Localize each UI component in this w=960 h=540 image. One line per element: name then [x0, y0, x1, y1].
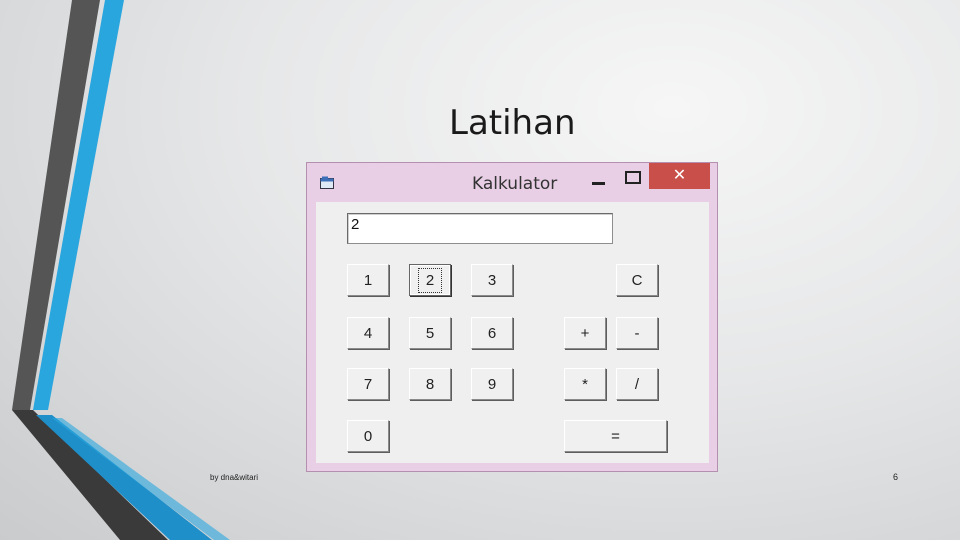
- window-title: Kalkulator: [472, 174, 558, 194]
- equals-button[interactable]: =: [564, 420, 667, 452]
- button-label: 9: [487, 375, 497, 393]
- digit-4-button[interactable]: 4: [347, 317, 389, 349]
- minus-button[interactable]: -: [616, 317, 658, 349]
- digit-3-button[interactable]: 3: [471, 264, 513, 296]
- button-label: 7: [363, 375, 373, 393]
- display-field[interactable]: 2: [347, 213, 613, 244]
- digit-5-button[interactable]: 5: [409, 317, 451, 349]
- close-button[interactable]: ✕: [649, 163, 710, 189]
- maximize-button[interactable]: [619, 167, 645, 191]
- button-label: 5: [425, 324, 435, 342]
- digit-0-button[interactable]: 0: [347, 420, 389, 452]
- button-label: 4: [363, 324, 373, 342]
- plus-button[interactable]: +: [564, 317, 606, 349]
- button-label: 2: [417, 267, 443, 293]
- digit-1-button[interactable]: 1: [347, 264, 389, 296]
- button-label: 6: [487, 324, 497, 342]
- digit-9-button[interactable]: 9: [471, 368, 513, 400]
- button-label: *: [582, 375, 588, 393]
- button-label: 0: [363, 427, 373, 445]
- divide-button[interactable]: /: [616, 368, 658, 400]
- page-number: 6: [893, 472, 899, 482]
- digit-6-button[interactable]: 6: [471, 317, 513, 349]
- title-bar[interactable]: Kalkulator ✕: [307, 163, 717, 201]
- app-window-icon: [320, 176, 334, 189]
- button-label: C: [631, 271, 643, 289]
- digit-7-button[interactable]: 7: [347, 368, 389, 400]
- button-label: +: [580, 324, 590, 342]
- slide-title: Latihan: [449, 103, 576, 143]
- decorative-stripes: [12, 0, 230, 540]
- calculator-window: Kalkulator ✕ 2 1 2 3 C 4 5 6 + - 7 8 9 *…: [306, 162, 718, 472]
- client-area: 2 1 2 3 C 4 5 6 + - 7 8 9 * / 0 =: [316, 202, 709, 463]
- button-label: -: [634, 324, 640, 342]
- clear-button[interactable]: C: [616, 264, 658, 296]
- footer-author: by dna&witari: [210, 473, 259, 482]
- button-label: 1: [363, 271, 373, 289]
- multiply-button[interactable]: *: [564, 368, 606, 400]
- button-label: 8: [425, 375, 435, 393]
- digit-2-button[interactable]: 2: [409, 264, 451, 296]
- button-label: 3: [487, 271, 497, 289]
- button-label: /: [634, 375, 640, 393]
- button-label: =: [611, 427, 620, 445]
- minimize-button[interactable]: [585, 167, 611, 191]
- digit-8-button[interactable]: 8: [409, 368, 451, 400]
